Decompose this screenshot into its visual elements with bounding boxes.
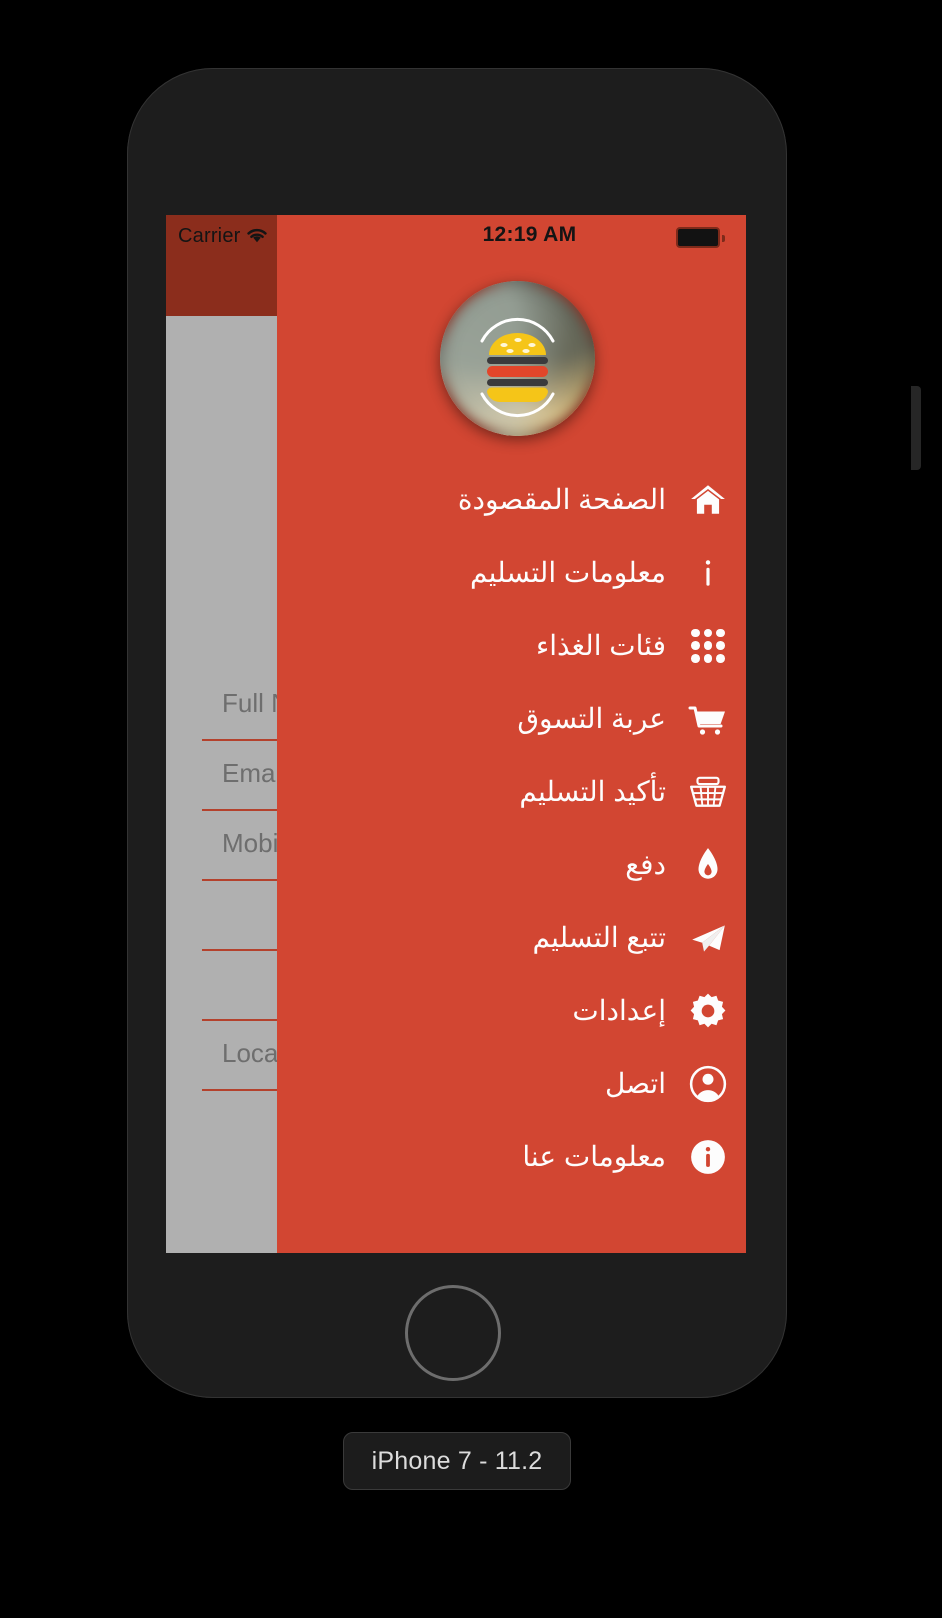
menu-item-label: دفع <box>625 849 666 880</box>
side-drawer: 12:19 AM الصفحة المقصودة معلومات التسليم… <box>277 215 746 1253</box>
carrier-label: Carrier <box>178 225 241 247</box>
menu-item-label: عربة التسوق <box>517 703 666 734</box>
menu-item-delivery-tracking[interactable]: تتبع التسليم <box>277 901 746 974</box>
menu-item-label: معلومات عنا <box>522 1141 666 1172</box>
menu-item-about-us[interactable]: معلومات عنا <box>277 1120 746 1193</box>
info-circle-icon <box>688 1137 728 1177</box>
wifi-icon <box>244 225 270 245</box>
menu-item-delivery-confirmation[interactable]: تأكيد التسليم <box>277 755 746 828</box>
simulator-stage: Carrier Full Name Email <box>0 0 942 1618</box>
menu-item-label: فئات الغذاء <box>536 630 666 661</box>
basket-icon <box>688 772 728 812</box>
menu-item-payment[interactable]: دفع <box>277 828 746 901</box>
app-logo-avatar[interactable] <box>440 281 595 436</box>
menu-item-label: تتبع التسليم <box>532 922 666 953</box>
device-name-label: iPhone 7 - 11.2 <box>371 1446 543 1475</box>
menu-item-contact[interactable]: اتصل <box>277 1047 746 1120</box>
menu-item-shopping-cart[interactable]: عربة التسوق <box>277 682 746 755</box>
user-circle-icon <box>688 1064 728 1104</box>
menu-item-label: معلومات التسليم <box>470 557 666 588</box>
device-screen: Carrier Full Name Email <box>166 215 746 1253</box>
info-letter-icon <box>688 553 728 593</box>
battery-icon <box>676 227 725 248</box>
menu-item-settings[interactable]: إعدادات <box>277 974 746 1047</box>
menu-item-delivery-info[interactable]: معلومات التسليم <box>277 536 746 609</box>
drawer-menu: الصفحة المقصودة معلومات التسليم فئات الغ… <box>277 463 746 1193</box>
flame-icon <box>688 845 728 885</box>
menu-item-home[interactable]: الصفحة المقصودة <box>277 463 746 536</box>
menu-item-label: تأكيد التسليم <box>519 776 666 807</box>
gear-icon <box>688 991 728 1031</box>
home-button[interactable] <box>405 1285 501 1381</box>
shopping-cart-icon <box>688 699 728 739</box>
power-button[interactable] <box>911 386 921 470</box>
menu-item-label: اتصل <box>604 1068 666 1099</box>
menu-item-label: إعدادات <box>572 995 666 1026</box>
grid-dots-icon <box>688 626 728 666</box>
paper-plane-icon <box>688 918 728 958</box>
menu-item-label: الصفحة المقصودة <box>457 484 666 515</box>
device-name-chip: iPhone 7 - 11.2 <box>343 1432 571 1490</box>
burger-logo-icon <box>480 318 555 417</box>
menu-item-food-categories[interactable]: فئات الغذاء <box>277 609 746 682</box>
home-icon <box>688 480 728 520</box>
